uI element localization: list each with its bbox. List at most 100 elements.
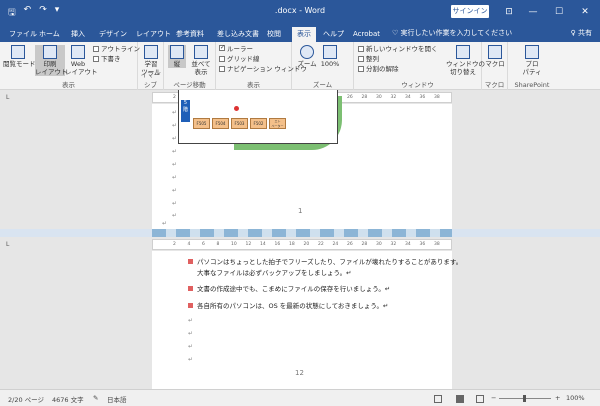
zoom-100-icon — [323, 45, 337, 59]
ruler-tick-label: 14 — [260, 242, 266, 247]
paragraph-mark: ↵ — [188, 330, 194, 337]
share-button[interactable]: ♀ 共有 — [571, 28, 592, 38]
tab-layout[interactable]: レイアウト — [131, 27, 176, 42]
tab-selector[interactable]: L — [6, 241, 16, 249]
body-line: 大事なファイルは必ずバックアップをしましょう。↵ — [197, 269, 352, 277]
restore-button[interactable]: ☐ — [548, 4, 570, 20]
page-movement-group: 縦 並べて 表示 ページ移動 — [164, 42, 216, 90]
vertical-button[interactable]: 縦 — [168, 45, 186, 68]
vertical-scrollbar-top[interactable] — [590, 90, 600, 229]
web-layout-view-icon[interactable] — [476, 395, 484, 403]
ruler-checkbox[interactable]: ルーラー — [219, 45, 253, 54]
floor-label: 5 階 — [181, 100, 190, 122]
switch-windows-button[interactable]: ウィンドウの 切り替え — [446, 45, 485, 76]
tab-insert[interactable]: 挿入 — [66, 27, 90, 42]
ribbon-display-options-icon[interactable]: ⊡ — [498, 4, 520, 20]
learning-tools-icon — [144, 45, 158, 59]
tab-references[interactable]: 参考資料 — [171, 27, 209, 42]
ribbon-tabs: ファイル ホーム 挿入 デザイン レイアウト 参考資料 差し込み文書 校閲 表示… — [0, 24, 600, 42]
body-line: パソコンはちょっとした拍子でフリーズしたり、ファイルが壊れたりすることがあります… — [188, 256, 462, 266]
page-number: 12 — [295, 369, 304, 377]
ruler-tick-label: 30 — [376, 242, 382, 247]
bullet-icon — [188, 259, 193, 264]
tab-design[interactable]: デザイン — [94, 27, 132, 42]
read-mode-view-icon[interactable] — [434, 395, 442, 403]
ruler-tick-label: 16 — [274, 242, 281, 247]
tab-help[interactable]: ヘルプ — [318, 27, 349, 42]
room-f505: F505 — [193, 118, 210, 129]
tab-acrobat[interactable]: Acrobat — [348, 27, 385, 42]
macro-icon — [488, 45, 502, 59]
minimize-button[interactable]: — — [522, 4, 544, 20]
properties-button[interactable]: プロ パティ — [520, 45, 544, 76]
room-elevator: エレ ベーター — [269, 118, 286, 129]
views-group: 閲覧モード 印刷 レイアウト Web レイアウト アウトライン 下書き 表示 — [0, 42, 140, 90]
top-document-pane: L 2468101214161820222426283032343638 ↵ ↵… — [0, 90, 600, 229]
globe-icon — [71, 45, 85, 59]
tab-home[interactable]: ホーム — [34, 27, 65, 42]
title-bar: 🖫 ↶ ↷ ▾ .docx - Word サインイン ⊡ — ☐ ✕ — [0, 0, 600, 24]
tab-selector[interactable]: L — [6, 94, 16, 102]
outline-button[interactable]: アウトライン — [93, 45, 140, 54]
proofing-icon[interactable]: ✎ — [93, 394, 98, 402]
ruler-tick-label: 8 — [216, 242, 220, 247]
draft-icon — [93, 56, 99, 62]
ruler-tick-label: 18 — [289, 242, 295, 247]
status-bar: 2/20 ページ 4676 文字 ✎ 日本語 − + 100% — [0, 389, 600, 406]
location-star-icon — [234, 106, 239, 111]
window-group: 新しいウィンドウを開く 整列 分割の解除 ウィンドウの 切り替え ウィンドウ — [354, 42, 485, 90]
web-layout-button[interactable]: Web レイアウト — [65, 45, 98, 76]
vertical-scrollbar-bottom[interactable] — [590, 237, 600, 389]
room-f503: F503 — [231, 118, 248, 129]
split-bar[interactable] — [0, 229, 600, 237]
tab-mailings[interactable]: 差し込み文書 — [212, 27, 264, 42]
ruler-tick-label: 6 — [202, 242, 205, 247]
ruler-tick-label: 10 — [231, 242, 237, 247]
checkbox-checked-icon — [219, 45, 225, 51]
horizontal-ruler-bottom[interactable]: 2 4 6 8 10 12 14 16 18 20 22 24 26 28 30 32 34 36 38 — [152, 239, 452, 250]
ruler-tick-label: 24 — [332, 242, 339, 247]
print-layout-view-icon[interactable] — [456, 395, 464, 403]
split-icon — [358, 66, 364, 72]
close-button[interactable]: ✕ — [574, 4, 596, 20]
new-window-button[interactable]: 新しいウィンドウを開く — [358, 45, 438, 54]
floor-map-image[interactable]: 5 階 F505 F504 F503 F502 エレ ベーター — [152, 90, 452, 150]
room-f504: F504 — [212, 118, 229, 129]
print-layout-icon — [43, 45, 57, 59]
gridlines-checkbox[interactable]: グリッド線 — [219, 55, 260, 64]
macro-group: マクロ マクロ — [482, 42, 508, 90]
zoom-out-button[interactable]: − — [491, 394, 496, 402]
page-count[interactable]: 2/20 ページ — [8, 394, 44, 404]
tell-me-search[interactable]: ♡ 実行したい作業を入力してください — [392, 28, 512, 38]
ruler-tick-label: 38 — [434, 242, 440, 247]
ruler-tick-label: 22 — [318, 242, 324, 247]
vertical-icon — [170, 45, 184, 59]
signin-button[interactable]: サインイン — [451, 5, 489, 18]
word-count[interactable]: 4676 文字 — [52, 394, 84, 404]
split-bar-handle[interactable] — [152, 229, 452, 237]
macros-button[interactable]: マクロ — [484, 45, 506, 68]
read-mode-button[interactable]: 閲覧モード — [3, 45, 36, 68]
language[interactable]: 日本語 — [107, 394, 127, 404]
paragraph-mark: ↵ — [172, 174, 178, 181]
paragraph-mark: ↵ — [188, 343, 194, 350]
side-by-side-button[interactable]: 並べて 表示 — [189, 45, 213, 76]
arrange-all-button[interactable]: 整列 — [358, 55, 379, 64]
tab-view[interactable]: 表示 — [292, 27, 316, 42]
paragraph-mark: ↵ — [188, 317, 194, 324]
tab-review[interactable]: 校閲 — [262, 27, 286, 42]
remove-split-button[interactable]: 分割の解除 — [358, 65, 399, 74]
zoom-level[interactable]: 100% — [566, 394, 585, 402]
print-layout-button[interactable]: 印刷 レイアウト — [35, 45, 68, 76]
zoom-in-button[interactable]: + — [555, 394, 560, 402]
zoom-button[interactable]: ズーム — [295, 45, 319, 68]
body-line: 文書の作成途中でも、こまめにファイルの保存を行いましょう。↵ — [188, 283, 390, 293]
draft-button[interactable]: 下書き — [93, 55, 121, 64]
zoom-slider-thumb[interactable] — [523, 395, 526, 402]
bottom-document-pane: L 2 4 6 8 10 12 14 16 18 20 22 24 26 28 30 32 34 36 38 パソコ… — [0, 237, 600, 389]
ruler-tick-label: 28 — [361, 242, 368, 247]
paragraph-mark: ↵ — [172, 161, 178, 168]
switch-windows-icon — [456, 45, 470, 59]
zoom-100-button[interactable]: 100% — [319, 45, 341, 68]
bullet-icon — [188, 286, 193, 291]
